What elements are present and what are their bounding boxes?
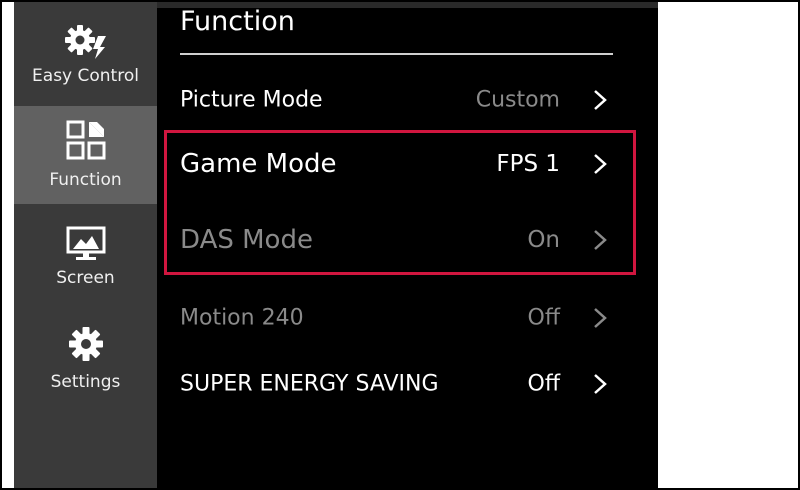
highlight-box <box>164 130 636 275</box>
sidebar-item-label: Function <box>49 170 122 190</box>
menu-row-motion-240[interactable]: Motion 240 Off <box>180 298 610 338</box>
monitor-osd-frame: Easy Control Function Screen Settings Fu… <box>0 0 800 490</box>
easy-control-gear-icon <box>62 20 110 64</box>
row-value: Off <box>527 305 560 331</box>
row-label: SUPER ENERGY SAVING <box>180 371 439 397</box>
page-title: Function <box>180 6 295 37</box>
chevron-right-icon <box>590 306 610 330</box>
row-label: Picture Mode <box>180 87 323 113</box>
function-grid-icon <box>64 118 108 166</box>
screen-monitor-icon <box>64 224 108 268</box>
row-value: Off <box>527 371 560 397</box>
chevron-right-icon <box>590 88 610 112</box>
menu-row-picture-mode[interactable]: Picture Mode Custom <box>180 80 610 120</box>
row-label: Motion 240 <box>180 305 304 331</box>
sidebar-item-label: Easy Control <box>32 66 139 86</box>
sidebar-item-easy-control[interactable]: Easy Control <box>14 2 157 100</box>
menu-row-super-energy-saving[interactable]: SUPER ENERGY SAVING Off <box>180 364 610 404</box>
sidebar-item-screen[interactable]: Screen <box>14 212 157 308</box>
sidebar-item-label: Screen <box>56 268 115 288</box>
title-divider <box>180 53 613 55</box>
sidebar-item-settings[interactable]: Settings <box>14 314 157 410</box>
sidebar: Easy Control Function Screen Settings <box>14 2 157 488</box>
settings-gear-icon <box>64 322 108 370</box>
sidebar-item-label: Settings <box>50 372 121 392</box>
chevron-right-icon <box>590 372 610 396</box>
row-value: Custom <box>475 87 560 113</box>
sidebar-item-function[interactable]: Function <box>14 106 157 204</box>
